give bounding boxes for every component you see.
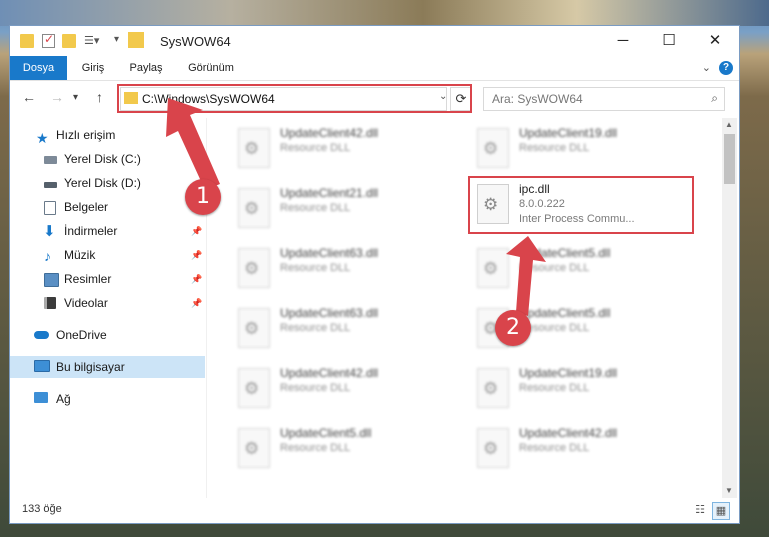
arrow-to-ipc-file xyxy=(506,236,546,316)
callout-badge-2: 2 xyxy=(495,310,531,346)
callout-arrows xyxy=(166,98,546,316)
arrow-to-address-bar xyxy=(166,98,220,190)
callout-badge-1: 1 xyxy=(185,179,221,215)
